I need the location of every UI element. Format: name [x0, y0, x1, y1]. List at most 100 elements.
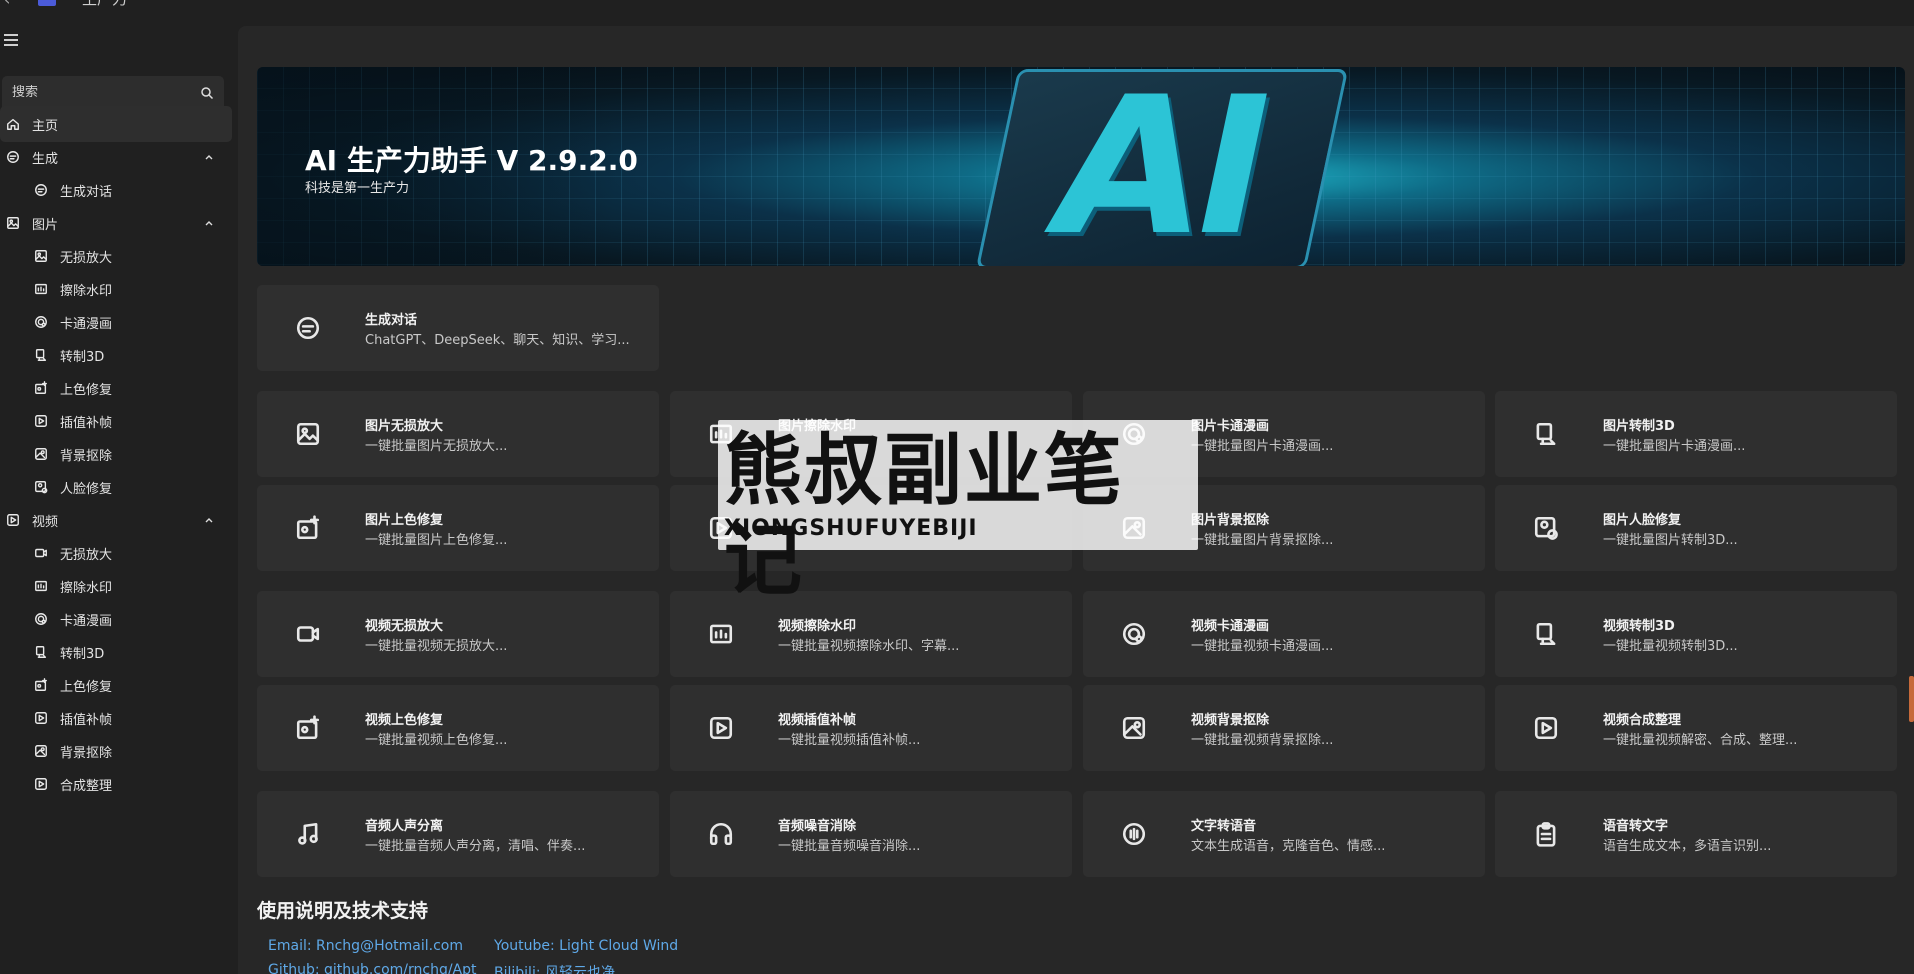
sidebar-item-2[interactable]: 生成对话	[0, 172, 232, 208]
card-title: 音频人声分离	[365, 819, 444, 834]
sidebar-item-1[interactable]: 生成	[0, 139, 232, 175]
sidebar-item-16[interactable]: 转制3D	[0, 634, 232, 670]
back-icon[interactable]: ‹	[4, 0, 10, 9]
card-description: 一键批量视频插值补帧...	[778, 733, 921, 748]
github-link[interactable]: Github: github.com/rnchg/Apt	[268, 962, 477, 974]
cartoon-icon	[34, 315, 48, 329]
card-description: 文本生成语音，克隆音色、情感...	[1191, 839, 1386, 854]
sidebar-item-label: 生成	[32, 151, 59, 167]
sidebar-item-label: 转制3D	[60, 646, 105, 662]
card-title: 视频上色修复	[365, 713, 444, 728]
background-icon	[34, 447, 48, 461]
feature-card[interactable]: 音频噪音消除 一键批量音频噪音消除...	[670, 791, 1072, 877]
sidebar-item-label: 插值补帧	[60, 415, 113, 431]
sidebar-item-14[interactable]: 擦除水印	[0, 568, 232, 604]
sidebar-item-label: 主页	[32, 118, 59, 134]
colorize-icon	[34, 381, 48, 395]
card-description: 一键批量图片卡通漫画...	[1191, 439, 1334, 454]
sidebar-item-8[interactable]: 上色修复	[0, 370, 232, 406]
search-icon[interactable]	[200, 86, 214, 100]
image-icon	[34, 249, 48, 263]
sidebar-item-label: 合成整理	[60, 778, 113, 794]
watermark-subtext: XIONGSHUFUYEBIJI	[724, 516, 978, 541]
feature-card[interactable]: 图片转制3D 一键批量图片卡通漫画...	[1495, 391, 1897, 477]
sidebar-item-13[interactable]: 无损放大	[0, 535, 232, 571]
watermark-overlay: 熊叔副业笔记 XIONGSHUFUYEBIJI	[718, 420, 1198, 606]
card-title: 视频背景抠除	[1191, 713, 1270, 728]
clipboard-icon	[1533, 821, 1559, 847]
sidebar-item-9[interactable]: 插值补帧	[0, 403, 232, 439]
watermark-icon	[34, 282, 48, 296]
bilibili-link[interactable]: Bilibili: 风轻云也净	[494, 962, 615, 974]
sidebar-item-10[interactable]: 背景抠除	[0, 436, 232, 472]
feature-card[interactable]: 视频背景抠除一键批量视频背景抠除...	[1083, 685, 1485, 771]
card-title: 视频擦除水印	[778, 619, 857, 634]
scrollbar-thumb[interactable]	[1909, 676, 1914, 722]
sidebar-item-label: 转制3D	[60, 349, 105, 365]
hero-banner: AI AI 生产力助手 V 2.9.2.0 科技是第一生产力	[257, 67, 1905, 266]
sidebar-item-label: 上色修复	[60, 382, 113, 398]
sidebar-item-20[interactable]: 合成整理	[0, 766, 232, 802]
feature-card[interactable]: 视频上色修复 一键批量视频上色修复...	[257, 685, 659, 771]
feature-card[interactable]: 视频合成整理 一键批量视频解密、合成、整理...	[1495, 685, 1897, 771]
3d-icon	[1533, 421, 1559, 447]
sidebar-item-label: 背景抠除	[60, 448, 113, 464]
feature-card[interactable]: 语音转文字 语音生成文本，多语言识别...	[1495, 791, 1897, 877]
menu-toggle-icon[interactable]	[4, 34, 22, 48]
search-input[interactable]	[12, 85, 192, 100]
image-icon	[6, 216, 20, 230]
feature-card[interactable]: 生成对话 ChatGPT、DeepSeek、聊天、知识、学习...	[257, 285, 659, 371]
chevron-up-icon[interactable]	[204, 514, 214, 524]
sidebar-item-0[interactable]: 主页	[0, 106, 232, 142]
video-camera-icon	[295, 621, 321, 647]
card-title: 视频转制3D	[1603, 619, 1675, 634]
card-title: 图片卡通漫画	[1191, 419, 1270, 434]
email-link[interactable]: Email: Rnchg@Hotmail.com	[268, 938, 463, 954]
3d-icon	[34, 645, 48, 659]
sidebar-item-15[interactable]: 卡通漫画	[0, 601, 232, 637]
video-camera-icon	[34, 546, 48, 560]
banner-title: AI 生产力助手 V 2.9.2.0	[305, 144, 638, 177]
card-title: 图片人脸修复	[1603, 513, 1682, 528]
card-description: 一键批量图片上色修复...	[365, 533, 508, 548]
chevron-up-icon[interactable]	[204, 151, 214, 161]
sidebar-item-6[interactable]: 卡通漫画	[0, 304, 232, 340]
card-description: 一键批量视频转制3D...	[1603, 639, 1738, 654]
sidebar-item-17[interactable]: 上色修复	[0, 667, 232, 703]
feature-card[interactable]: 图片无损放大 一键批量图片无损放大...	[257, 391, 659, 477]
sidebar-item-12[interactable]: 视频	[0, 502, 232, 538]
feature-card[interactable]: 图片上色修复 一键批量图片上色修复...	[257, 485, 659, 571]
sidebar-item-19[interactable]: 背景抠除	[0, 733, 232, 769]
sidebar-item-3[interactable]: 图片	[0, 205, 232, 241]
sidebar-item-label: 擦除水印	[60, 283, 113, 299]
sidebar-item-5[interactable]: 擦除水印	[0, 271, 232, 307]
app-window: ‹ 生产力 主页生成生成对话图片无损放大擦除水印卡通漫画转制3D上色修复插值补帧…	[0, 0, 1914, 974]
card-title: 图片无损放大	[365, 419, 444, 434]
feature-card[interactable]: 视频插值补帧 一键批量视频插值补帧...	[670, 685, 1072, 771]
background-icon	[34, 744, 48, 758]
card-title: 视频合成整理	[1603, 713, 1682, 728]
colorize-icon	[34, 678, 48, 692]
chat-icon	[34, 183, 48, 197]
cartoon-icon	[34, 612, 48, 626]
chevron-up-icon[interactable]	[204, 217, 214, 227]
feature-card[interactable]: 音频人声分离 一键批量音频人声分离，清唱、伴奏...	[257, 791, 659, 877]
youtube-link[interactable]: Youtube: Light Cloud Wind	[494, 938, 678, 954]
face-icon	[1533, 515, 1559, 541]
sidebar-item-7[interactable]: 转制3D	[0, 337, 232, 373]
chat-icon	[295, 315, 321, 341]
sidebar-item-18[interactable]: 插值补帧	[0, 700, 232, 736]
card-title: 视频卡通漫画	[1191, 619, 1270, 634]
feature-card[interactable]: 图片人脸修复 一键批量图片转制3D...	[1495, 485, 1897, 571]
feature-card[interactable]: 文字转语音 文本生成语音，克隆音色、情感...	[1083, 791, 1485, 877]
banner-subtitle: 科技是第一生产力	[305, 181, 410, 196]
sidebar-item-4[interactable]: 无损放大	[0, 238, 232, 274]
card-description: 一键批量视频背景抠除...	[1191, 733, 1334, 748]
sidebar-item-label: 图片	[32, 217, 59, 233]
sidebar-item-11[interactable]: 人脸修复	[0, 469, 232, 505]
feature-card[interactable]: 视频无损放大 一键批量视频无损放大...	[257, 591, 659, 677]
feature-card[interactable]: 视频转制3D 一键批量视频转制3D...	[1495, 591, 1897, 677]
play-icon	[34, 777, 48, 791]
sidebar-item-label: 无损放大	[60, 547, 113, 563]
play-icon	[708, 715, 734, 741]
